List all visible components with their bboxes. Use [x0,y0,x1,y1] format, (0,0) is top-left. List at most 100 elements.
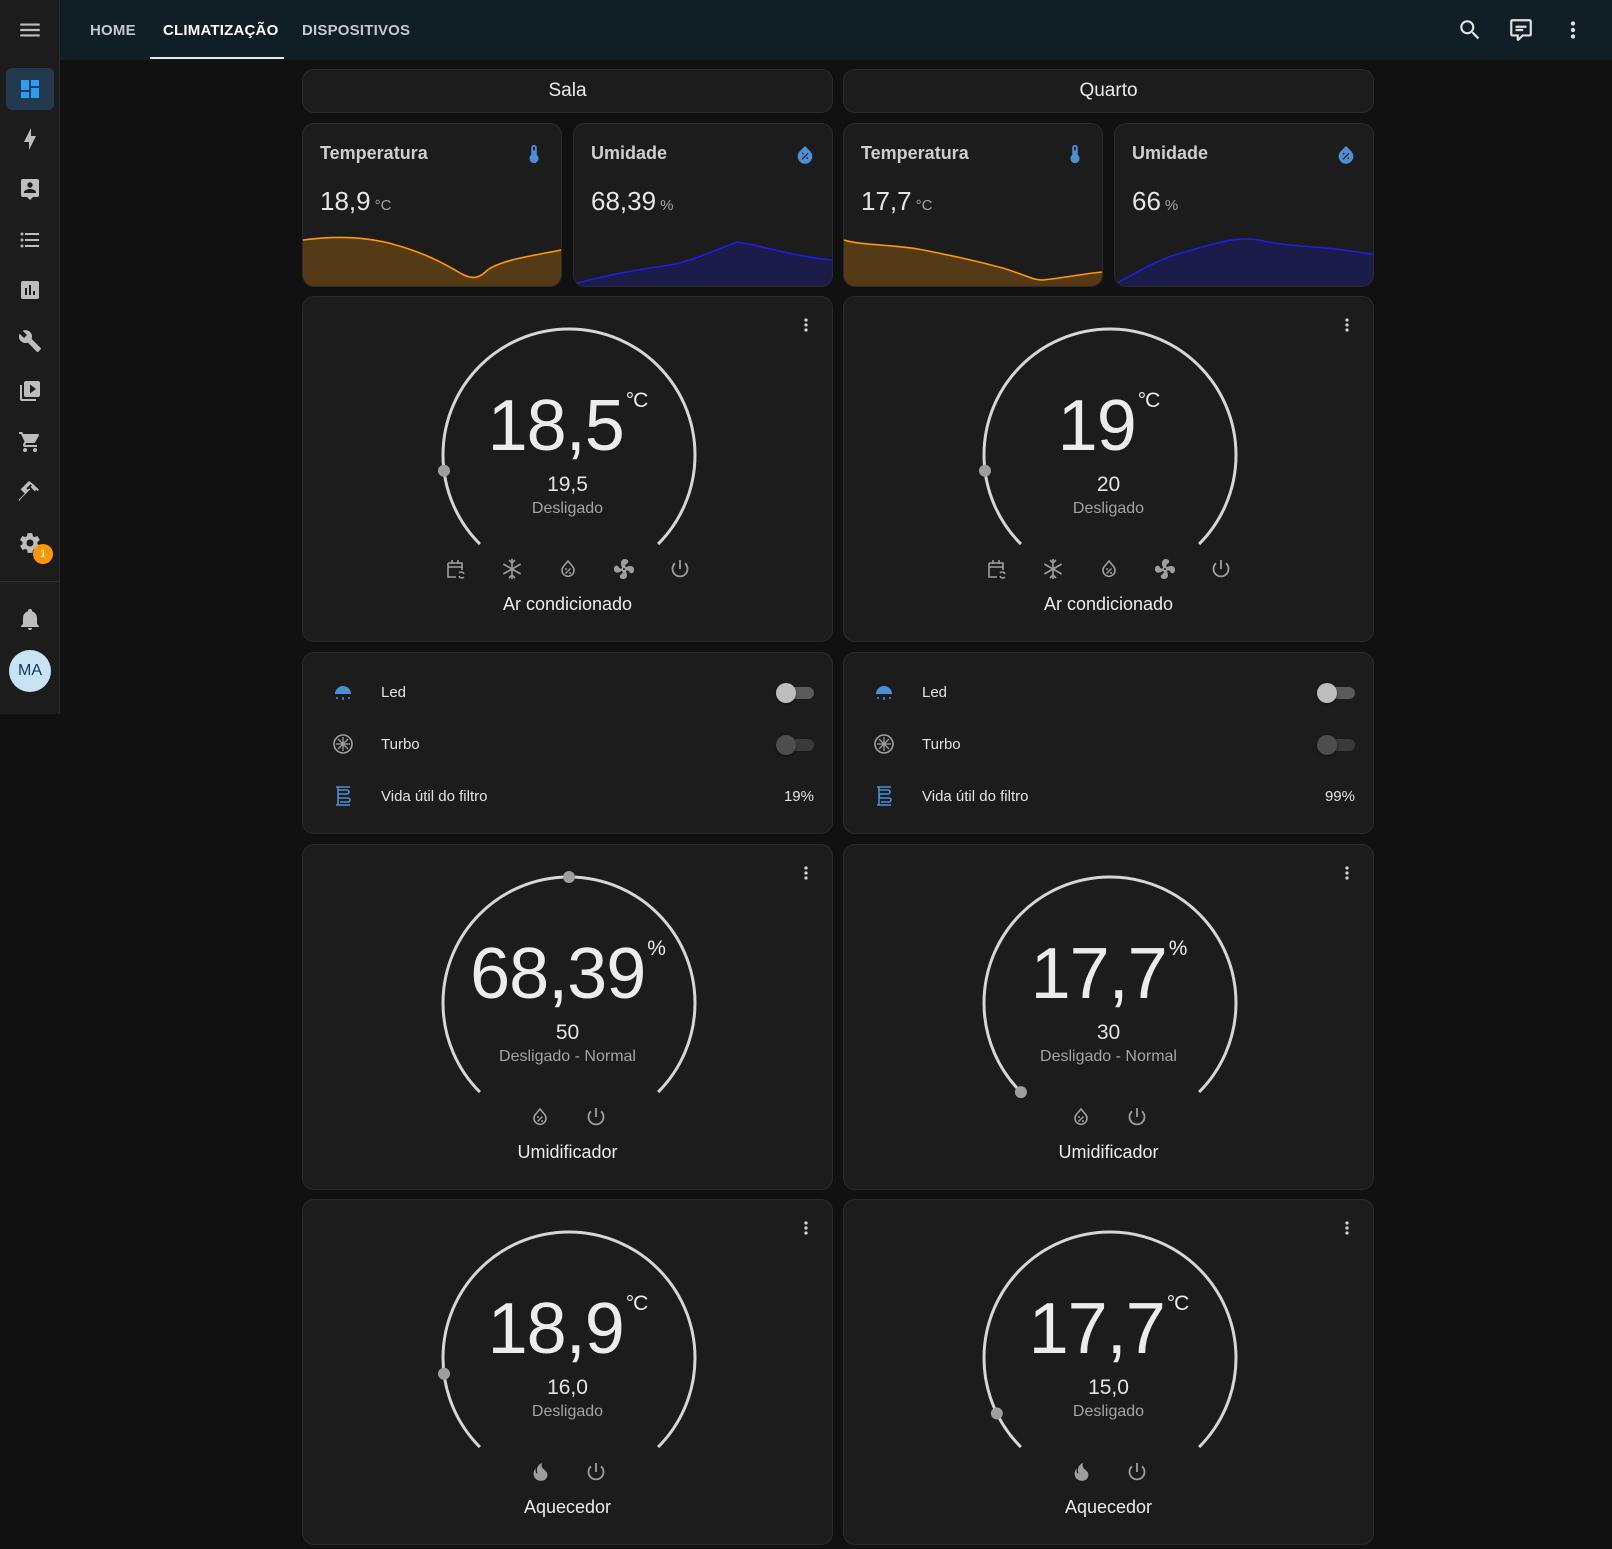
water-percent-icon [797,146,813,164]
more-vert-icon[interactable] [796,863,816,883]
tab-home[interactable]: HOME [90,0,136,60]
sensor-value: 66% [1132,186,1179,216]
top-app-bar: HOME CLIMATIZAÇÃO DISPOSITIVOS [60,0,1612,60]
assist-icon[interactable] [1508,17,1534,43]
ceiling-light-icon [335,686,351,700]
more-vert-icon[interactable] [1337,1218,1357,1238]
entities-card-quarto: Led Turbo Vida útil do filtro 99% [843,652,1374,834]
sensor-card-sala-temperature[interactable]: Temperatura 18,9 °C [302,123,562,287]
target-temperature: 19,5 [547,473,588,496]
fire-icon[interactable] [1069,1460,1093,1484]
heater-card-sala[interactable]: 18,9°C 16,0 Desligado Aquecedor [302,1199,833,1545]
entity-label: Turbo [922,735,961,753]
entity-row-filter: Vida útil do filtro 99% [872,776,1355,816]
hvac-state: Desligado [1072,500,1145,517]
thermometer-icon [1070,144,1080,164]
sidebar-item-dashboard[interactable] [6,68,54,110]
temperature-sparkline [844,239,1102,286]
humidifier-card-sala[interactable]: 68,39% 50 Desligado - Normal Umidificado… [302,844,833,1190]
humidity-sparkline [1115,238,1373,286]
water-percent-icon [1338,146,1354,164]
power-icon[interactable] [668,557,692,581]
tab-climatizacao[interactable]: CLIMATIZAÇÃO [163,0,278,60]
sensor-value: 18,9 °C [320,186,392,216]
power-icon[interactable] [1125,1105,1149,1129]
led-toggle[interactable] [1317,681,1355,703]
turbo-toggle[interactable] [1317,733,1355,755]
target-temperature: 15,0 [1088,1376,1129,1399]
snowflake-icon[interactable] [500,557,524,581]
tab-dispositivos[interactable]: DISPOSITIVOS [302,0,410,60]
sidebar-item-logbook[interactable] [6,168,54,210]
calendar-sync-icon[interactable] [985,557,1009,581]
fire-icon[interactable] [528,1460,552,1484]
history-icon [21,281,39,299]
sensor-card-quarto-temperature[interactable]: Temperatura 17,7 °C [843,123,1103,287]
sidebar-item-shopping[interactable] [6,421,54,463]
sidebar-item-media[interactable] [6,370,54,412]
sidebar-item-history[interactable] [6,269,54,311]
target-temperature: 20 [1096,473,1121,496]
entity-label: Led [381,683,407,701]
water-percent-icon[interactable] [1097,557,1121,581]
ceiling-light-icon [876,686,892,700]
calendar-sync-icon[interactable] [444,557,468,581]
avatar[interactable]: MA [9,650,51,692]
fan-icon[interactable] [612,557,636,581]
target-temperature: 16,0 [547,1376,588,1399]
thermostat-card-sala-ac[interactable]: 18,5°C 19,5 Desligado Ar condicionado [302,296,833,642]
humidifier-card-quarto[interactable]: 17,7% 30 Desligado - Normal Umidificador [843,844,1374,1190]
search-icon[interactable] [1457,17,1483,43]
sidebar-item-list[interactable] [6,219,54,261]
target-humidity: 30 [1096,1021,1121,1044]
dial-handle[interactable] [563,871,575,883]
current-humidity: 17,7% [1030,934,1188,1014]
entity-row-led: Led [872,672,1355,712]
list-icon [20,232,39,248]
power-icon[interactable] [1125,1460,1149,1484]
temperature-sparkline [303,236,561,286]
sidebar-item-developer[interactable] [6,320,54,362]
sidebar-item-energy[interactable] [6,118,54,160]
logbook-icon [21,179,39,200]
entity-row-turbo: Turbo [872,724,1355,764]
water-percent-icon[interactable] [1069,1105,1093,1129]
entities-card-sala: Led Turbo Vida útil do filtro 19% [302,652,833,834]
thermostat-card-quarto-ac[interactable]: 19°C 20 Desligado Ar condicionado [843,296,1374,642]
sensor-card-quarto-humidity[interactable]: Umidade 66% [1114,123,1374,287]
heater-state: Desligado [531,1403,604,1420]
more-vert-icon[interactable] [1560,17,1586,43]
led-toggle[interactable] [776,681,814,703]
current-temperature: 18,5°C [487,386,649,466]
dial-handle[interactable] [1014,1086,1027,1099]
more-vert-icon[interactable] [1337,315,1357,335]
menu-icon[interactable] [17,17,43,43]
turbo-toggle[interactable] [776,733,814,755]
target-humidity: 50 [555,1021,580,1044]
more-vert-icon[interactable] [796,315,816,335]
more-vert-icon[interactable] [796,1218,816,1238]
humidifier-mode-row [844,1105,1373,1129]
device-name: Umidificador [1058,1142,1159,1162]
entity-label: Vida útil do filtro [381,787,488,805]
entity-row-turbo: Turbo [331,724,814,764]
hvac-mode-row [303,557,832,581]
fan-icon[interactable] [1153,557,1177,581]
sensor-card-sala-humidity[interactable]: Umidade 68,39% [573,123,833,287]
sidebar-item-notifications[interactable] [6,598,54,640]
heater-card-quarto[interactable]: 17,7°C 15,0 Desligado Aquecedor [843,1199,1374,1545]
energy-icon [24,128,36,150]
entity-row-filter: Vida útil do filtro 19% [331,776,814,816]
snowflake-icon[interactable] [1041,557,1065,581]
power-icon[interactable] [584,1460,608,1484]
sidebar-item-tools[interactable] [6,471,54,513]
more-vert-icon[interactable] [1337,863,1357,883]
power-icon[interactable] [1209,557,1233,581]
power-icon[interactable] [584,1105,608,1129]
water-percent-icon[interactable] [556,557,580,581]
air-filter-icon [877,786,892,806]
sensor-name: Umidade [1132,143,1209,163]
entity-row-led: Led [331,672,814,712]
water-percent-icon[interactable] [528,1105,552,1129]
room-heading-quarto: Quarto [843,69,1374,113]
